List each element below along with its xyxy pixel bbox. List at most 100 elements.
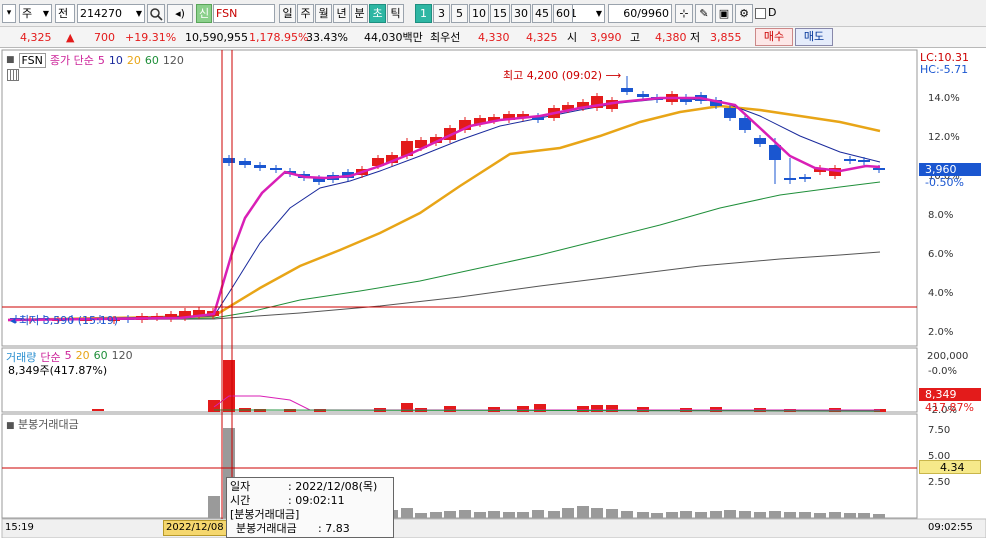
code-input[interactable]: 214270 ▼ <box>77 4 145 23</box>
amount-bar <box>621 511 633 518</box>
volume-pane-frame <box>1 347 918 413</box>
price-axis-tick: 2.0% <box>928 327 954 338</box>
gear-icon: ⚙ <box>739 7 749 20</box>
current-price: 4,325 <box>20 31 52 44</box>
chart-canvas[interactable] <box>0 48 986 539</box>
amount-pane-frame <box>1 413 918 519</box>
search-button[interactable] <box>147 4 165 23</box>
crosshair-button[interactable]: ⊹ <box>675 4 693 23</box>
amount-bar <box>695 512 707 518</box>
change-arrow: ▲ <box>66 31 75 44</box>
tooltip-row-time: 시간: 09:02:11 <box>230 494 345 507</box>
symbol-label[interactable]: FSN <box>18 52 46 68</box>
amount-bar <box>503 512 515 518</box>
amount-bar <box>459 510 471 518</box>
quote-bar: 4,325 ▲ 700 +19.31% 10,590,955 1,178.95%… <box>0 27 986 48</box>
d-checkbox[interactable] <box>755 8 766 19</box>
open-price: 3,990 <box>590 31 622 44</box>
price-axis-tick: 4.0% <box>928 288 954 299</box>
period-tab-3[interactable]: 년 <box>333 4 350 23</box>
amount-bar <box>591 508 603 518</box>
price-axis-tick: 6.0% <box>928 249 954 260</box>
legend-menu-icon[interactable]: ■ <box>6 55 15 65</box>
speaker-icon: ◂) <box>175 7 185 20</box>
save-button[interactable]: ▣ <box>715 4 733 23</box>
amount-bar <box>799 512 811 518</box>
amount-bar <box>517 512 529 518</box>
trade-amount: 44,030백만 <box>364 31 423 44</box>
period-tab-1[interactable]: 주 <box>297 4 314 23</box>
window-menu-button[interactable]: ▾ <box>2 4 16 23</box>
interval-tab-5[interactable]: 5 <box>451 4 468 23</box>
amount-bar <box>829 512 841 518</box>
interval-tab-30[interactable]: 30 <box>511 4 531 23</box>
settings-button[interactable]: ⚙ <box>735 4 753 23</box>
tooltip-row-date: 일자: 2022/12/08(목) <box>230 480 378 493</box>
range-field[interactable]: 60/9960 <box>608 4 672 23</box>
candle <box>858 160 870 162</box>
volume-bar <box>223 360 235 412</box>
amount-bar <box>680 511 692 518</box>
draw-tool-button[interactable]: ✎ <box>695 4 713 23</box>
amount-bar <box>208 496 220 518</box>
stock-name-field[interactable]: FSN <box>213 4 275 23</box>
chart-area[interactable]: ■ FSN 종가 단순 5 10 20 60 120 최고 4,200 (09:… <box>0 48 986 539</box>
amount-bar <box>814 513 826 518</box>
price-axis-tick: -0.0% <box>928 366 958 377</box>
ma-120-label: 120 <box>162 53 184 67</box>
sell-button[interactable]: 매도 <box>795 28 833 46</box>
interval-tab-3[interactable]: 3 <box>433 4 450 23</box>
volume-current-pct: 417.87% <box>925 401 974 414</box>
amount-bar <box>858 513 870 518</box>
period-tab-2[interactable]: 월 <box>315 4 332 23</box>
low-price: 3,855 <box>710 31 742 44</box>
best-ask: 4,330 <box>478 31 510 44</box>
grid-toggle-icon[interactable] <box>7 69 19 81</box>
candle <box>873 168 885 170</box>
best-bid: 4,325 <box>526 31 558 44</box>
amount-bar <box>637 512 649 518</box>
period-tab-6[interactable]: 틱 <box>387 4 404 23</box>
chevron-down-icon: ▼ <box>42 9 49 18</box>
amount-axis-tick: 2.50 <box>928 477 951 488</box>
amount-current-tag: 4.34 <box>919 460 981 474</box>
amount-bar <box>873 514 885 518</box>
pane-icon: ■ <box>6 421 15 431</box>
high-annotation: 최고 4,200 (09:02) ⟶ <box>503 69 622 82</box>
interval-tab-1[interactable]: 1 <box>415 4 432 23</box>
open-label: 시 <box>567 31 578 44</box>
amount-title: ■ 분봉거래대금 <box>6 418 79 431</box>
interval-tab-10[interactable]: 10 <box>469 4 489 23</box>
period-tab-0[interactable]: 일 <box>279 4 296 23</box>
price-axis-tick: 8.0% <box>928 210 954 221</box>
speaker-button[interactable]: ◂) <box>167 4 193 23</box>
amount-bar <box>739 511 751 518</box>
menu-icon: ▾ <box>6 8 12 18</box>
indicator-label: 종가 단순 <box>49 54 94 67</box>
amount-bar <box>784 512 796 518</box>
amount-bar <box>562 508 574 518</box>
interval-tab-60[interactable]: 60 <box>553 4 573 23</box>
ma-20-label: 20 <box>126 53 141 67</box>
amount-bar <box>724 510 736 518</box>
period-tab-4[interactable]: 분 <box>351 4 368 23</box>
low-annotation: ◂ 최저 3,590 (15:19) <box>10 314 119 327</box>
vol-ma-120-label: 120 <box>111 349 133 362</box>
mode-select[interactable]: 주 ▼ <box>19 4 52 23</box>
period-tab-5[interactable]: 초 <box>369 4 386 23</box>
interval-tab-15[interactable]: 15 <box>490 4 510 23</box>
amount-bar <box>430 512 442 518</box>
candle <box>637 94 649 97</box>
interval-tab-45[interactable]: 45 <box>532 4 552 23</box>
buy-button[interactable]: 매수 <box>755 28 793 46</box>
ma-10-label: 10 <box>108 53 123 67</box>
kind-select[interactable]: 전 <box>55 4 75 23</box>
amount-bar <box>577 506 589 518</box>
volume-value: 10,590,955 <box>185 31 248 44</box>
low-label: 저 <box>690 31 701 44</box>
amount-bar <box>651 513 663 518</box>
d-checkbox-label: D <box>768 6 777 19</box>
volume-bar <box>577 406 589 412</box>
amount-bar <box>710 511 722 518</box>
time-end: 09:02:55 <box>928 522 973 533</box>
